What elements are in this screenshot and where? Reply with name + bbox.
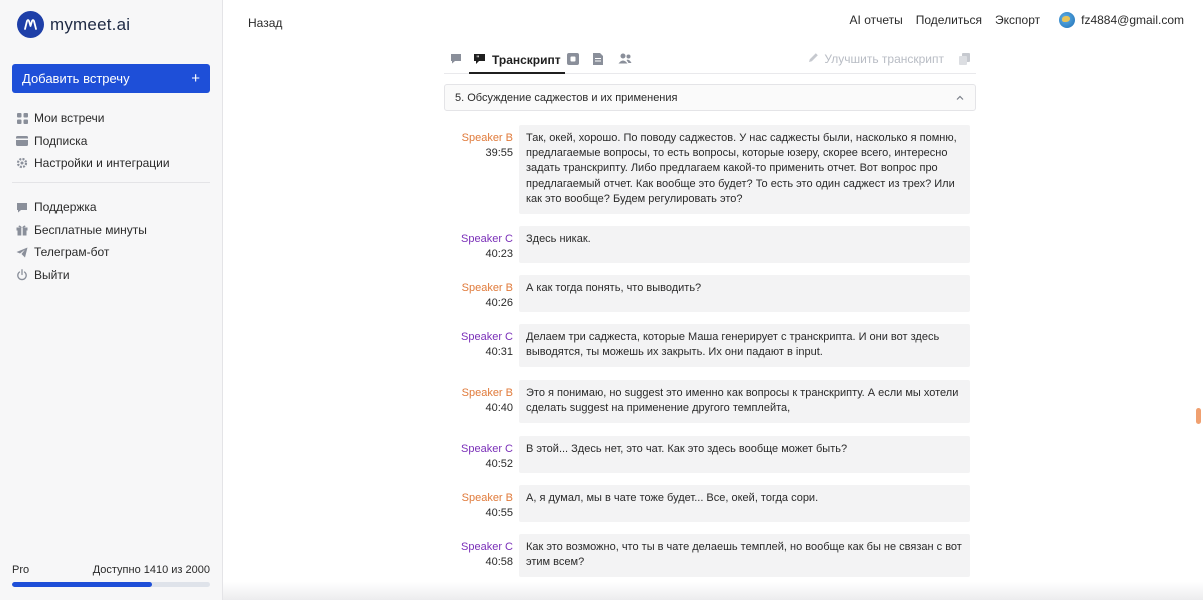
sidebar-item-logout[interactable]: Выйти: [16, 264, 212, 287]
message-text: Это я понимаю, но suggest это именно как…: [519, 380, 970, 423]
sidebar-item-label: Выйти: [34, 267, 70, 282]
copy-icon[interactable]: [959, 53, 970, 65]
tab-chat-icon[interactable]: [450, 53, 462, 65]
user-menu[interactable]: fz4884@gmail.com: [1059, 12, 1184, 28]
speaker-name[interactable]: Speaker C: [444, 540, 513, 555]
speaker-name[interactable]: Speaker C: [444, 330, 513, 345]
chat-icon: [16, 201, 28, 213]
sidebar-item-label: Настройки и интеграции: [34, 156, 170, 171]
nav-primary: Мои встречи Подписка Настройки и интегра…: [16, 107, 212, 175]
speaker-name[interactable]: Speaker C: [444, 232, 513, 247]
timestamp[interactable]: 40:26: [444, 296, 513, 311]
gift-icon: [16, 224, 28, 236]
plan-usage: Pro Доступно 1410 из 2000: [12, 564, 210, 587]
avatar: [1059, 12, 1076, 28]
tab-transcript-label: Транскрипт: [492, 53, 561, 67]
send-icon: [16, 246, 28, 258]
header-actions: AI отчеты Поделиться Экспорт fz4884@gmai…: [850, 12, 1184, 28]
logo-mark-icon: [17, 11, 44, 38]
app-logo[interactable]: mymeet.ai: [17, 11, 130, 38]
sidebar-divider: [12, 182, 210, 183]
user-email: fz4884@gmail.com: [1081, 13, 1184, 27]
power-icon: [16, 268, 28, 281]
section-title: 5. Обсуждение саджестов и их применения: [455, 91, 678, 104]
tab-speakers-icon[interactable]: [618, 53, 632, 65]
sidebar-item-free-minutes[interactable]: Бесплатные минуты: [16, 219, 212, 242]
timestamp[interactable]: 40:23: [444, 247, 513, 262]
speaker-name[interactable]: Speaker B: [444, 491, 513, 506]
speaker-name[interactable]: Speaker B: [444, 131, 513, 146]
speaker-name[interactable]: Speaker C: [444, 442, 513, 457]
improve-transcript-button[interactable]: Улучшить транскрипт: [808, 52, 944, 66]
message-text: Здесь никак.: [519, 226, 970, 263]
section-header[interactable]: 5. Обсуждение саджестов и их применения: [444, 84, 976, 111]
plan-available: Доступно 1410 из 2000: [92, 564, 210, 576]
chevron-up-icon: [955, 93, 965, 103]
sidebar-item-label: Поддержка: [34, 200, 97, 215]
improve-transcript-label: Улучшить транскрипт: [824, 52, 944, 66]
sidebar-item-support[interactable]: Поддержка: [16, 196, 212, 219]
timestamp[interactable]: 40:31: [444, 345, 513, 360]
quote-icon: ": [473, 53, 486, 68]
plan-progress-fill: [12, 582, 152, 587]
timestamp[interactable]: 40:55: [444, 506, 513, 521]
timestamp[interactable]: 39:55: [444, 146, 513, 161]
message-text: В этой... Здесь нет, это чат. Как это зд…: [519, 436, 970, 473]
svg-text:": ": [476, 54, 479, 61]
plan-progress-bar: [12, 582, 210, 587]
sidebar-item-telegram[interactable]: Телеграм-бот: [16, 241, 212, 264]
scrollbar-thumb[interactable]: [1196, 408, 1201, 424]
sidebar-item-label: Бесплатные минуты: [34, 222, 147, 237]
back-link[interactable]: Назад: [248, 16, 282, 30]
speaker-name[interactable]: Speaker B: [444, 281, 513, 296]
ai-reports-link[interactable]: AI отчеты: [850, 13, 903, 27]
timestamp[interactable]: 40:40: [444, 401, 513, 416]
sidebar-item-subscription[interactable]: Подписка: [16, 130, 212, 153]
tab-video-icon[interactable]: [567, 53, 579, 65]
scroll-fade: [223, 582, 1203, 600]
message-text: А, я думал, мы в чате тоже будет... Все,…: [519, 485, 970, 522]
sidebar-item-label: Телеграм-бот: [34, 245, 110, 260]
timestamp[interactable]: 40:58: [444, 555, 513, 570]
plus-icon: +: [191, 70, 200, 87]
timestamp[interactable]: 40:52: [444, 457, 513, 472]
add-meeting-button[interactable]: Добавить встречу +: [12, 64, 210, 93]
plan-name: Pro: [12, 564, 30, 576]
sidebar: mymeet.ai Добавить встречу + Мои встречи…: [0, 0, 223, 600]
pencil-icon: [808, 52, 819, 66]
message-text: Делаем три саджеста, которые Маша генери…: [519, 324, 970, 367]
add-meeting-label: Добавить встречу: [22, 71, 130, 86]
card-icon: [16, 135, 28, 147]
view-tabs: " Транскрипт Улучшить транскрипт: [444, 48, 976, 74]
tab-transcript[interactable]: " Транскрипт: [469, 48, 565, 74]
speaker-name[interactable]: Speaker B: [444, 386, 513, 401]
share-link[interactable]: Поделиться: [916, 13, 982, 27]
message-text: Как это возможно, что ты в чате делаешь …: [519, 534, 970, 577]
message-text: А как тогда понять, что выводить?: [519, 275, 970, 312]
app-name: mymeet.ai: [50, 14, 131, 34]
nav-secondary: Поддержка Бесплатные минуты Телеграм-бот…: [16, 196, 212, 286]
message-text: Так, окей, хорошо. По поводу саджестов. …: [519, 125, 970, 215]
grid-icon: [16, 112, 28, 124]
sidebar-item-meetings[interactable]: Мои встречи: [16, 107, 212, 130]
sidebar-item-settings[interactable]: Настройки и интеграции: [16, 152, 212, 175]
export-link[interactable]: Экспорт: [995, 13, 1040, 27]
tab-document-icon[interactable]: [593, 53, 605, 65]
sidebar-item-label: Подписка: [34, 133, 88, 148]
sidebar-item-label: Мои встречи: [34, 111, 105, 126]
gear-icon: [16, 157, 28, 169]
